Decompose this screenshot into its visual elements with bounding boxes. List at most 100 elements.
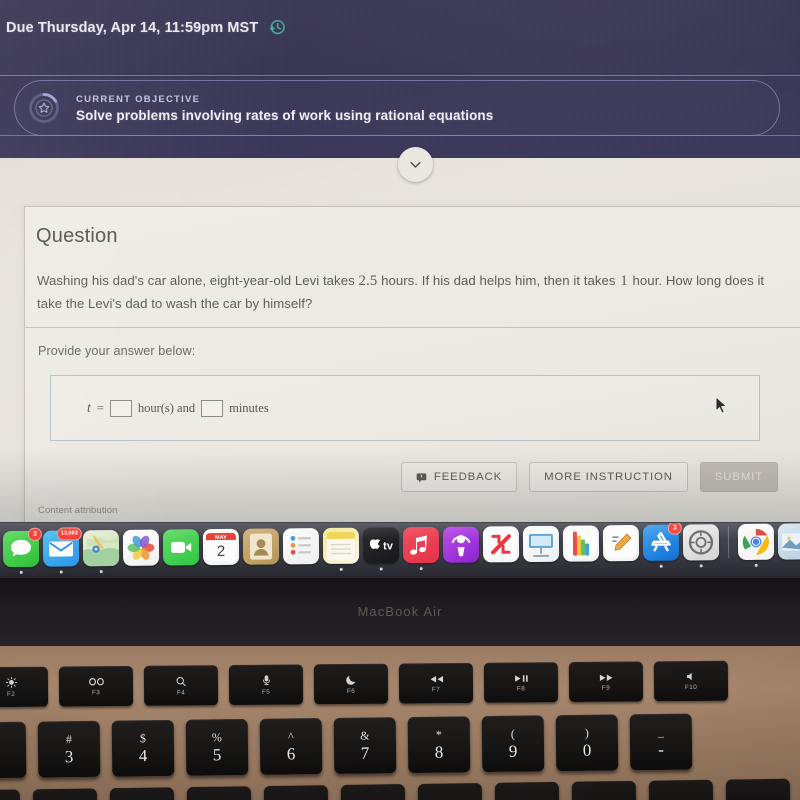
dock-item-calendar[interactable]: MAY 2: [202, 528, 240, 566]
key-primary-label: 7: [360, 743, 370, 763]
dock-item-messages[interactable]: 3: [2, 527, 42, 574]
key-label: F6: [346, 687, 356, 695]
key-f2[interactable]: F2: [0, 666, 49, 708]
key-shift-symbol: #: [65, 732, 72, 747]
news-icon: [482, 526, 520, 563]
numbers-icon: [562, 525, 600, 562]
feedback-button[interactable]: FEEDBACK: [400, 462, 518, 492]
dock-item-system-preferences[interactable]: [682, 524, 720, 568]
svg-text:tv: tv: [383, 540, 394, 552]
dock-running-indicator: [339, 567, 343, 571]
key-letter-row[interactable]: [340, 784, 406, 800]
key-letter-row[interactable]: [648, 779, 714, 800]
header-divider-top: [0, 75, 800, 76]
spotlight-search-icon: [175, 675, 187, 687]
key-letter-row[interactable]: [0, 789, 21, 800]
dock-item-keynote[interactable]: [522, 525, 560, 563]
key-letter-row[interactable]: [494, 781, 560, 800]
key--[interactable]: _ -: [629, 713, 693, 771]
key-0[interactable]: ) 0: [555, 714, 619, 772]
speech-bubble-icon: [416, 472, 427, 483]
fast-forward-icon: [598, 672, 613, 682]
key-f6[interactable]: F6: [313, 663, 389, 705]
collapse-header-button[interactable]: [398, 147, 433, 182]
key-6[interactable]: ^ 6: [259, 718, 323, 775]
key-letter-row[interactable]: [109, 787, 175, 800]
key-4[interactable]: $4: [111, 719, 175, 777]
minutes-unit-label: minutes: [229, 400, 269, 415]
key-letter-row[interactable]: [725, 778, 791, 800]
key-f9[interactable]: F9: [568, 661, 644, 703]
dock-item-app-store[interactable]: 3: [642, 523, 682, 568]
clock-plus-icon[interactable]: [267, 18, 286, 37]
dock-item-preview[interactable]: [777, 523, 800, 560]
dock-running-indicator: [99, 570, 103, 574]
laptop-screen: Due Thursday, Apr 14, 11:59pm MST CURREN…: [0, 0, 800, 522]
key-f4[interactable]: F4: [143, 665, 219, 706]
dock-item-mail[interactable]: 13,083: [42, 527, 82, 574]
key-9[interactable]: (9: [481, 715, 545, 773]
mouse-pointer-icon: [715, 396, 728, 414]
dock-item-notes[interactable]: [322, 527, 360, 571]
dock-item-music[interactable]: [402, 526, 440, 571]
dock-item-maps[interactable]: [82, 529, 120, 574]
key-letter-row[interactable]: [32, 788, 98, 800]
page-body: Question Washing his dad's car alone, ei…: [0, 158, 800, 522]
key-shift-symbol: @: [0, 733, 1, 747]
key-f7[interactable]: F7: [398, 662, 474, 704]
dock-item-pages[interactable]: [602, 524, 640, 562]
question-number-2: 1: [620, 273, 628, 289]
current-objective-pill[interactable]: CURRENT OBJECTIVE Solve problems involvi…: [14, 80, 780, 136]
dock-running-indicator: [19, 570, 23, 574]
key-primary-label: 3: [64, 747, 74, 767]
dock-item-facetime[interactable]: [162, 529, 200, 566]
function-key-row: F2 F3 F4 F5 F6 F7 F8 F9 F10: [0, 660, 729, 708]
dock-item-numbers[interactable]: [562, 525, 600, 562]
due-date-text: Due Thursday, Apr 14, 11:59pm MST: [6, 19, 259, 36]
provide-answer-label: Provide your answer below:: [38, 344, 196, 358]
key-primary-label: 8: [434, 742, 444, 762]
key-f8[interactable]: F8: [483, 662, 559, 703]
content-attribution[interactable]: Content attribution: [38, 505, 118, 516]
dock-item-apple-tv[interactable]: tv: [362, 527, 400, 571]
key-letter-row[interactable]: [571, 780, 637, 800]
minutes-input[interactable]: [201, 399, 224, 417]
key-letter-row[interactable]: [417, 783, 483, 800]
key-shift-symbol: $: [139, 731, 146, 746]
dock-item-photos[interactable]: [122, 529, 160, 566]
key-shift-symbol: %: [211, 730, 222, 745]
laptop-keyboard: F2F3F4F5F6F7F8F9F10 @2#3$4%5^6&7*8(9)0_-: [0, 646, 800, 800]
answer-equals: =: [96, 400, 104, 415]
answer-input-area[interactable]: t = hour(s) and minutes: [50, 375, 760, 441]
key-f5[interactable]: F5: [228, 664, 304, 706]
key-f10[interactable]: F10: [653, 660, 729, 702]
key-f3[interactable]: F3: [58, 665, 134, 707]
dock-item-contacts[interactable]: [242, 528, 280, 565]
preview-icon: [777, 523, 800, 560]
dock-item-news[interactable]: [482, 526, 520, 563]
dock-item-reminders[interactable]: [282, 528, 320, 565]
page-title: Question: [36, 225, 118, 247]
key-label: F10: [684, 683, 698, 692]
hours-input[interactable]: [109, 399, 132, 417]
key-8[interactable]: * 8: [407, 716, 471, 774]
system-preferences-icon: [682, 524, 720, 561]
dock-item-podcasts[interactable]: [442, 526, 480, 563]
feedback-button-label: FEEDBACK: [433, 471, 503, 483]
key-7[interactable]: & 7: [333, 717, 397, 774]
key-letter-row[interactable]: [263, 785, 329, 800]
macbook-air-label: MacBook Air: [357, 604, 443, 619]
dock-item-chrome[interactable]: [737, 523, 775, 567]
apple-tv-icon: tv: [362, 527, 400, 564]
key-2[interactable]: @2: [0, 721, 27, 779]
key-3[interactable]: #3: [37, 720, 101, 778]
submit-button[interactable]: SUBMIT: [699, 462, 778, 492]
dock-running-indicator: [699, 564, 703, 568]
more-instruction-button[interactable]: MORE INSTRUCTION: [529, 462, 688, 492]
due-date-row: Due Thursday, Apr 14, 11:59pm MST: [6, 18, 286, 37]
key-letter-row[interactable]: [186, 786, 252, 800]
music-icon: [402, 526, 440, 564]
key-primary-label: 6: [286, 744, 296, 764]
rewind-icon: [428, 674, 443, 684]
key-5[interactable]: % 5: [185, 718, 249, 776]
